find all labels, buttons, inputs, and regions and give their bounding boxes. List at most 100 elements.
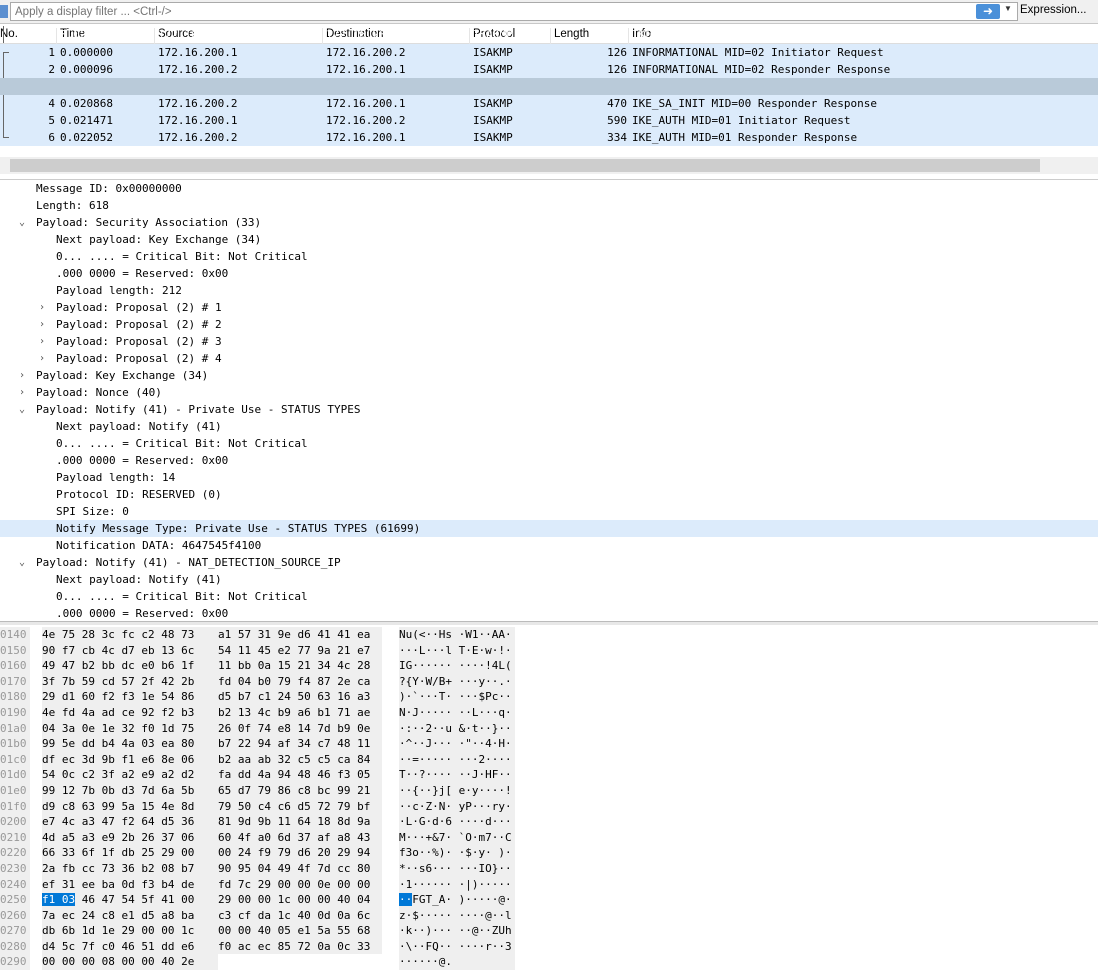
ascii-bytes[interactable]: ······@. — [399, 954, 515, 970]
hex-row[interactable]: 0200 e7 4c a3 47 f2 64 d5 36 81 9d 9b 11 6… — [0, 814, 1098, 830]
hex-row[interactable]: 0170 3f 7b 59 cd 57 2f 42 2b fd 04 b0 79 f… — [0, 673, 1098, 690]
hex-bytes-2[interactable]: 26 0f 74 e8 14 7d b9 0e — [218, 720, 382, 737]
ascii-bytes[interactable]: ··=····· ···2···· — [399, 751, 515, 768]
pane-splitter[interactable] — [0, 621, 1098, 625]
detail-line[interactable]: › Payload: Proposal (2) # 1 — [0, 299, 1098, 316]
hex-row[interactable]: 01f0 d9 c8 63 99 5a 15 4e 8d 79 50 c4 c6 d… — [0, 798, 1098, 815]
ascii-bytes[interactable]: ··FGT_A· )·····@· — [399, 892, 515, 908]
hex-bytes-1[interactable]: db 6b 1d 1e 29 00 00 1c — [42, 923, 218, 939]
detail-line[interactable]: ⌄ Payload: Notify (41) - NAT_DETECTION_SO… — [0, 554, 1098, 571]
ascii-bytes[interactable]: ·k··)··· ··@··ZUh — [399, 923, 515, 939]
chevron-right-icon[interactable]: › — [19, 367, 25, 384]
hex-bytes-1[interactable]: e7 4c a3 47 f2 64 d5 36 — [42, 814, 218, 830]
selected-hex-bytes[interactable]: f1 03 — [42, 893, 76, 907]
hex-bytes-2[interactable]: 00 24 f9 79 d6 20 29 94 — [218, 845, 382, 861]
bookmark-icon[interactable] — [0, 5, 8, 18]
hex-bytes-2[interactable]: b7 22 94 af 34 c7 48 11 — [218, 736, 382, 752]
hex-row[interactable]: 0240 ef 31 ee ba 0d f3 b4 de fd 7c 29 00 0… — [0, 876, 1098, 893]
hex-bytes-1[interactable]: 4e 75 28 3c fc c2 48 73 — [42, 627, 218, 643]
hex-row[interactable]: 01a0 04 3a 0e 1e 32 f0 1d 75 26 0f 74 e8 1… — [0, 720, 1098, 737]
ascii-bytes[interactable]: ·1······ ·|)····· — [399, 876, 515, 893]
hex-bytes-2[interactable]: 11 bb 0a 15 21 34 4c 28 — [218, 658, 382, 674]
hex-row[interactable]: 01d0 54 0c c2 3f a2 e9 a2 d2 fa dd 4a 94 4… — [0, 767, 1098, 783]
apply-filter-button[interactable]: ➜ — [976, 4, 1000, 19]
hex-row[interactable]: 0280 d4 5c 7f c0 46 51 dd e6 f0 ac ec 85 7… — [0, 938, 1098, 955]
hex-bytes-1[interactable]: d4 5c 7f c0 46 51 dd e6 — [42, 938, 218, 955]
hex-bytes-2[interactable]: 00 00 40 05 e1 5a 55 68 — [218, 923, 382, 939]
hex-row[interactable]: 0230 2a fb cc 73 36 b2 08 b7 90 95 04 49 4… — [0, 860, 1098, 877]
hex-row[interactable]: 0180 29 d1 60 f2 f3 1e 54 86 d5 b7 c1 24 5… — [0, 689, 1098, 705]
hex-row[interactable]: 01e0 99 12 7b 0b d3 7d 6a 5b 65 d7 79 86 c… — [0, 782, 1098, 799]
ascii-bytes[interactable]: ·:··2··u &·t··}·· — [399, 720, 515, 737]
hex-row[interactable]: 0190 4e fd 4a ad ce 92 f2 b3 b2 13 4c b9 a… — [0, 704, 1098, 721]
detail-line[interactable]: › Payload: Proposal (2) # 4 — [0, 350, 1098, 367]
ascii-bytes[interactable]: f3o··%)· ·$·y· )· — [399, 845, 515, 861]
hex-bytes-2[interactable]: fd 04 b0 79 f4 87 2e ca — [218, 673, 382, 690]
ascii-bytes[interactable]: M···+&7· `O·m7··C — [399, 829, 515, 846]
hex-bytes-1[interactable]: 90 f7 cb 4c d7 eb 13 6c — [42, 642, 218, 659]
ascii-bytes[interactable]: T··?···· ··J·HF·· — [399, 767, 515, 783]
scrollbar-thumb[interactable] — [10, 159, 1040, 172]
hex-row[interactable]: 0290 00 00 00 08 00 00 40 2e ······@. — [0, 954, 1098, 970]
hex-bytes-1[interactable]: f1 03 46 47 54 5f 41 00 — [42, 892, 218, 908]
ascii-bytes[interactable]: ?{Y·W/B+ ···y··.· — [399, 673, 515, 690]
chevron-down-icon[interactable]: ⌄ — [19, 554, 25, 571]
hex-row[interactable]: 0160 49 47 b2 bb dc e0 b6 1f 11 bb 0a 15 2… — [0, 658, 1098, 674]
packet-list-horizontal-scrollbar[interactable] — [0, 157, 1098, 174]
hex-bytes-2[interactable]: 60 4f a0 6d 37 af a8 43 — [218, 829, 382, 846]
hex-row[interactable]: 0210 4d a5 a3 e9 2b 26 37 06 60 4f a0 6d 3… — [0, 829, 1098, 846]
packet-row[interactable]: 3 0.020463 172.16.200.1 172.16.200.2 ISAKMP 6… — [0, 26, 1098, 95]
hex-row[interactable]: 01b0 99 5e dd b4 4a 03 ea 80 b7 22 94 af 3… — [0, 736, 1098, 752]
hex-bytes-2[interactable]: f0 ac ec 85 72 0a 0c 33 — [218, 938, 382, 955]
hex-bytes-2[interactable]: 79 50 c4 c6 d5 72 79 bf — [218, 798, 382, 815]
filter-history-dropdown[interactable]: ▼ — [1004, 4, 1012, 13]
packet-row[interactable]: 2 0.000096 172.16.200.2 172.16.200.1 ISAKMP 1… — [0, 61, 1098, 78]
ascii-bytes[interactable]: ··c·Z·N· yP···ry· — [399, 798, 515, 815]
detail-line[interactable]: › Payload: Proposal (2) # 2 — [0, 316, 1098, 333]
chevron-right-icon[interactable]: › — [19, 384, 25, 401]
hex-bytes-2[interactable]: b2 13 4c b9 a6 b1 71 ae — [218, 704, 382, 721]
chevron-down-icon[interactable]: ⌄ — [19, 214, 25, 231]
hex-bytes-1[interactable]: 04 3a 0e 1e 32 f0 1d 75 — [42, 720, 218, 737]
hex-bytes-2[interactable]: fa dd 4a 94 48 46 f3 05 — [218, 767, 382, 783]
ascii-bytes[interactable]: IG······ ····!4L( — [399, 658, 515, 674]
hex-row[interactable]: 0260 7a ec 24 c8 e1 d5 a8 ba c3 cf da 1c 4… — [0, 907, 1098, 924]
ascii-bytes[interactable]: )·`···T· ···$Pc·· — [399, 689, 515, 705]
detail-line[interactable]: ⌄ Payload: Security Association (33) — [0, 214, 1098, 231]
hex-bytes[interactable]: 46 47 54 5f 41 00 — [75, 893, 195, 906]
packet-row[interactable]: 6 0.022052 172.16.200.2 172.16.200.1 ISAKMP 3… — [0, 129, 1098, 146]
hex-bytes-2[interactable]: c3 cf da 1c 40 0d 0a 6c — [218, 907, 382, 924]
hex-bytes-1[interactable]: 99 12 7b 0b d3 7d 6a 5b — [42, 782, 218, 799]
hex-row[interactable]: 0140 4e 75 28 3c fc c2 48 73 a1 57 31 9e d… — [0, 627, 1098, 643]
packet-row[interactable]: 5 0.021471 172.16.200.1 172.16.200.2 ISAKMP 5… — [0, 112, 1098, 129]
hex-bytes-2[interactable]: b2 aa ab 32 c5 c5 ca 84 — [218, 751, 382, 768]
selected-ascii-bytes[interactable]: ·· — [399, 893, 413, 907]
ascii-text[interactable]: FGT_A· )·····@· — [412, 893, 511, 906]
packet-row[interactable]: 4 0.020868 172.16.200.2 172.16.200.1 ISAKMP 4… — [0, 95, 1098, 112]
chevron-right-icon[interactable]: › — [39, 333, 45, 350]
ascii-bytes[interactable]: ··{··}j[ e·y····! — [399, 782, 515, 799]
hex-row[interactable]: 01c0 df ec 3d 9b f1 e6 8e 06 b2 aa ab 32 c… — [0, 751, 1098, 768]
ascii-bytes[interactable]: *··s6··· ···IO}·· — [399, 860, 515, 877]
hex-bytes-1[interactable]: 2a fb cc 73 36 b2 08 b7 — [42, 860, 218, 877]
hex-bytes-1[interactable]: ef 31 ee ba 0d f3 b4 de — [42, 876, 218, 893]
hex-bytes-1[interactable]: 3f 7b 59 cd 57 2f 42 2b — [42, 673, 218, 690]
column-length[interactable]: Length — [550, 28, 589, 44]
hex-row[interactable]: 0220 66 33 6f 1f db 25 29 00 00 24 f9 79 d… — [0, 845, 1098, 861]
hex-row[interactable]: 0250 f1 03 46 47 54 5f 41 00 29 00 00 1c 0… — [0, 892, 1098, 908]
hex-bytes-1[interactable]: 7a ec 24 c8 e1 d5 a8 ba — [42, 907, 218, 924]
hex-bytes-1[interactable]: 00 00 00 08 00 00 40 2e — [42, 954, 218, 970]
expression-button[interactable]: Expression... — [1020, 4, 1086, 16]
hex-bytes-1[interactable]: 29 d1 60 f2 f3 1e 54 86 — [42, 689, 218, 705]
hex-bytes-2[interactable]: 90 95 04 49 4f 7d cc 80 — [218, 860, 382, 877]
hex-bytes-2[interactable]: fd 7c 29 00 00 0e 00 00 — [218, 876, 382, 893]
ascii-bytes[interactable]: Nu(<··Hs ·W1··AA· — [399, 627, 515, 643]
hex-bytes-1[interactable]: 54 0c c2 3f a2 e9 a2 d2 — [42, 767, 218, 783]
detail-line[interactable]: › Payload: Key Exchange (34) — [0, 367, 1098, 384]
chevron-right-icon[interactable]: › — [39, 350, 45, 367]
packet-row[interactable]: 1 0.000000 172.16.200.1 172.16.200.2 ISAKMP 1… — [0, 44, 1098, 61]
chevron-down-icon[interactable]: ⌄ — [19, 401, 25, 418]
chevron-right-icon[interactable]: › — [39, 316, 45, 333]
detail-line[interactable]: › Payload: Proposal (2) # 3 — [0, 333, 1098, 350]
hex-row[interactable]: 0150 90 f7 cb 4c d7 eb 13 6c 54 11 45 e2 7… — [0, 642, 1098, 659]
